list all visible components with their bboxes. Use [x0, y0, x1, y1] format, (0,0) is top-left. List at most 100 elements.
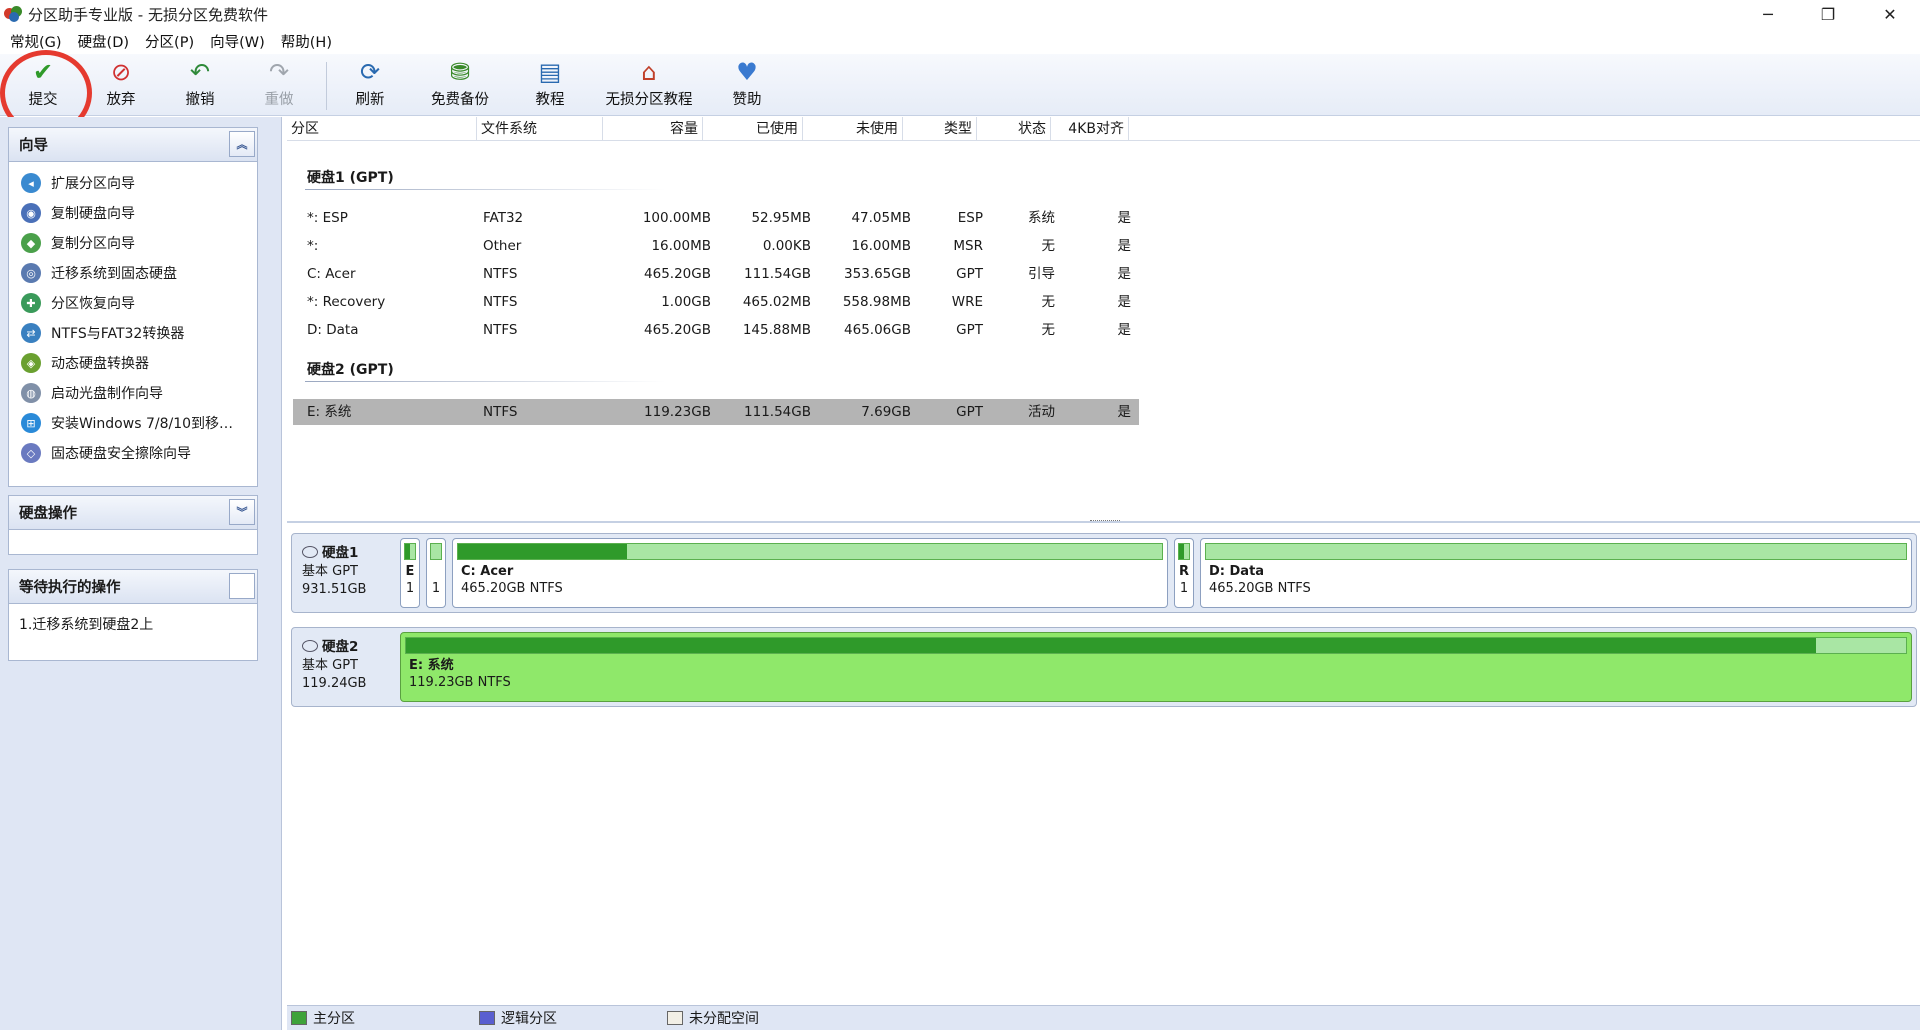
legend-unallocated: 未分配空间: [667, 1008, 759, 1028]
pending-collapse-icon[interactable]: [229, 573, 255, 599]
splitter-handle[interactable]: [1090, 520, 1120, 523]
wizard-item-label: 启动光盘制作向导: [51, 386, 163, 402]
wizard-item-ssd-erase[interactable]: ◇ 固态硬盘安全擦除向导: [9, 438, 257, 468]
menu-general[interactable]: 常规(G): [6, 31, 74, 52]
maximize-button[interactable]: ❐: [1800, 0, 1856, 28]
lossless-tutorial-button[interactable]: ⌂ 无损分区教程: [600, 58, 698, 114]
redo-button[interactable]: ↷ 重做: [254, 58, 304, 114]
undo-icon: ↶: [189, 58, 211, 86]
wizard-item-recovery[interactable]: ✚ 分区恢复向导: [9, 288, 257, 318]
erase-icon: ◇: [21, 443, 41, 463]
wizard-item-copy-partition[interactable]: ◆ 复制分区向导: [9, 228, 257, 258]
col-capacity[interactable]: 容量: [603, 117, 703, 141]
disk-ops-panel: 硬盘操作 ︾: [8, 495, 258, 555]
minimize-button[interactable]: ─: [1740, 0, 1796, 28]
col-filesystem[interactable]: 文件系统: [477, 117, 603, 141]
backup-icon: ⛃: [449, 58, 471, 86]
wizard-item-boot-cd[interactable]: ◍ 启动光盘制作向导: [9, 378, 257, 408]
wizard-item-migrate-os[interactable]: ◎ 迁移系统到固态硬盘: [9, 258, 257, 288]
table-row[interactable]: E: 系统 NTFS 119.23GB 111.54GB 7.69GB GPT 活动 是: [293, 399, 1139, 425]
col-partition[interactable]: 分区: [287, 117, 477, 141]
col-used[interactable]: 已使用: [703, 117, 803, 141]
disk2-group-divider: [305, 381, 665, 382]
disk-map: 硬盘1 基本 GPT 931.51GB E1 1 C: Acer 465.20GB…: [287, 525, 1920, 1005]
copy-partition-icon: ◆: [21, 233, 41, 253]
refresh-button[interactable]: ⟳ 刷新: [345, 58, 395, 114]
expand-down-icon[interactable]: ︾: [229, 499, 255, 525]
commit-label: 提交: [28, 92, 58, 108]
table-cell: 是: [1117, 404, 1132, 420]
sidebar: 向导 ︽ ◂ 扩展分区向导 ◉ 复制硬盘向导 ◆ 复制分区向导 ◎ 迁移系统到固态硬盘 …: [0, 117, 282, 1030]
partition-recovery-label: R1: [1178, 564, 1189, 596]
partition-msr-block[interactable]: 1: [426, 538, 446, 608]
redo-icon: ↷: [268, 58, 290, 86]
wizard-item-ntfs-fat32[interactable]: ⇄ NTFS与FAT32转换器: [9, 318, 257, 348]
table-cell: 活动: [1028, 404, 1055, 420]
disk1-group-divider: [305, 189, 665, 190]
col-4k-align[interactable]: 4KB对齐: [1051, 117, 1129, 141]
col-status[interactable]: 状态: [977, 117, 1051, 141]
tutorial-button[interactable]: ▤ 教程: [525, 58, 575, 114]
partition-esp-block[interactable]: E1: [400, 538, 420, 608]
table-cell: 是: [1117, 210, 1132, 226]
table-cell: 465.20GB: [644, 266, 711, 282]
table-row[interactable]: D: Data NTFS 465.20GB 145.88MB 465.06GB GPT 无 是: [293, 317, 1139, 343]
table-row[interactable]: *: ESP FAT32 100.00MB 52.95MB 47.05MB ESP 系统 是: [293, 205, 1139, 231]
table-row[interactable]: C: Acer NTFS 465.20GB 111.54GB 353.65GB GPT 引导…: [293, 261, 1139, 287]
partition-d-block[interactable]: D: Data 465.20GB NTFS: [1200, 538, 1912, 608]
primary-swatch: [291, 1011, 307, 1025]
partition-c-block[interactable]: C: Acer 465.20GB NTFS: [452, 538, 1168, 608]
table-cell: E: 系统: [307, 404, 352, 420]
disk2-name: 硬盘2: [322, 639, 359, 655]
table-row[interactable]: *: Recovery NTFS 1.00GB 465.02MB 558.98MB WRE…: [293, 289, 1139, 315]
wizard-item-copy-disk[interactable]: ◉ 复制硬盘向导: [9, 198, 257, 228]
partition-usage-bar: [405, 637, 1907, 654]
window-title: 分区助手专业版 - 无损分区免费软件: [28, 5, 268, 24]
wizard-item-dynamic-disk[interactable]: ◈ 动态硬盘转换器: [9, 348, 257, 378]
wizard-item-install-windows[interactable]: ⊞ 安装Windows 7/8/10到移…: [9, 408, 257, 438]
table-cell: 16.00MB: [851, 238, 911, 254]
menu-wizard[interactable]: 向导(W): [206, 31, 277, 52]
partition-e-block[interactable]: E: 系统 119.23GB NTFS: [400, 632, 1912, 702]
partition-c-label: C: Acer 465.20GB NTFS: [461, 564, 563, 596]
table-cell: 7.69GB: [861, 404, 911, 420]
table-cell: NTFS: [483, 294, 518, 310]
table-cell: 145.88MB: [742, 322, 811, 338]
menu-help[interactable]: 帮助(H): [277, 31, 344, 52]
undo-button[interactable]: ↶ 撤销: [175, 58, 225, 114]
menu-bar: 常规(G) 硬盘(D) 分区(P) 向导(W) 帮助(H): [0, 28, 1920, 54]
pending-item[interactable]: 1.迁移系统到硬盘2上: [9, 604, 257, 644]
menu-disk[interactable]: 硬盘(D): [74, 31, 141, 52]
title-bar: 分区助手专业版 - 无损分区免费软件 ─ ❐ ✕: [0, 0, 1920, 28]
legend-primary-label: 主分区: [313, 1011, 355, 1027]
table-cell: *: ESP: [307, 210, 348, 226]
unallocated-swatch: [667, 1011, 683, 1025]
partition-usage-bar: [404, 543, 416, 560]
disk2-box[interactable]: 硬盘2 基本 GPT 119.24GB E: 系统 119.23GB NTFS: [291, 627, 1917, 707]
table-cell: 1.00GB: [661, 294, 711, 310]
commit-button[interactable]: ✔ 提交: [18, 58, 68, 114]
table-row[interactable]: *: Other 16.00MB 0.00KB 16.00MB MSR 无 是: [293, 233, 1139, 259]
table-cell: 353.65GB: [844, 266, 911, 282]
partition-recovery-block[interactable]: R1: [1174, 538, 1194, 608]
toolbar: ✔ 提交 ⊘ 放弃 ↶ 撤销 ↷ 重做 ⟳ 刷新 ⛃ 免费备份 ▤ 教程 ⌂ 无…: [0, 54, 1920, 116]
discard-button[interactable]: ⊘ 放弃: [96, 58, 146, 114]
table-cell: 111.54GB: [744, 266, 811, 282]
table-cell: 16.00MB: [651, 238, 711, 254]
donate-button[interactable]: ♥ 赞助: [722, 58, 772, 114]
wizard-item-label: 分区恢复向导: [51, 296, 135, 312]
close-button[interactable]: ✕: [1862, 0, 1918, 28]
table-cell: 465.02MB: [742, 294, 811, 310]
table-cell: 无: [1041, 322, 1056, 338]
wizard-item-label: 复制分区向导: [51, 236, 135, 252]
windows-icon: ⊞: [21, 413, 41, 433]
free-backup-button[interactable]: ⛃ 免费备份: [420, 58, 500, 114]
menu-partition[interactable]: 分区(P): [141, 31, 206, 52]
partition-d-label: D: Data 465.20GB NTFS: [1209, 564, 1311, 596]
disk2-info: 硬盘2 基本 GPT 119.24GB: [292, 628, 396, 706]
col-type[interactable]: 类型: [903, 117, 977, 141]
col-unused[interactable]: 未使用: [803, 117, 903, 141]
disk1-box[interactable]: 硬盘1 基本 GPT 931.51GB E1 1 C: Acer 465.20GB…: [291, 533, 1917, 613]
wizard-item-extend[interactable]: ◂ 扩展分区向导: [9, 168, 257, 198]
collapse-up-icon[interactable]: ︽: [229, 131, 255, 157]
